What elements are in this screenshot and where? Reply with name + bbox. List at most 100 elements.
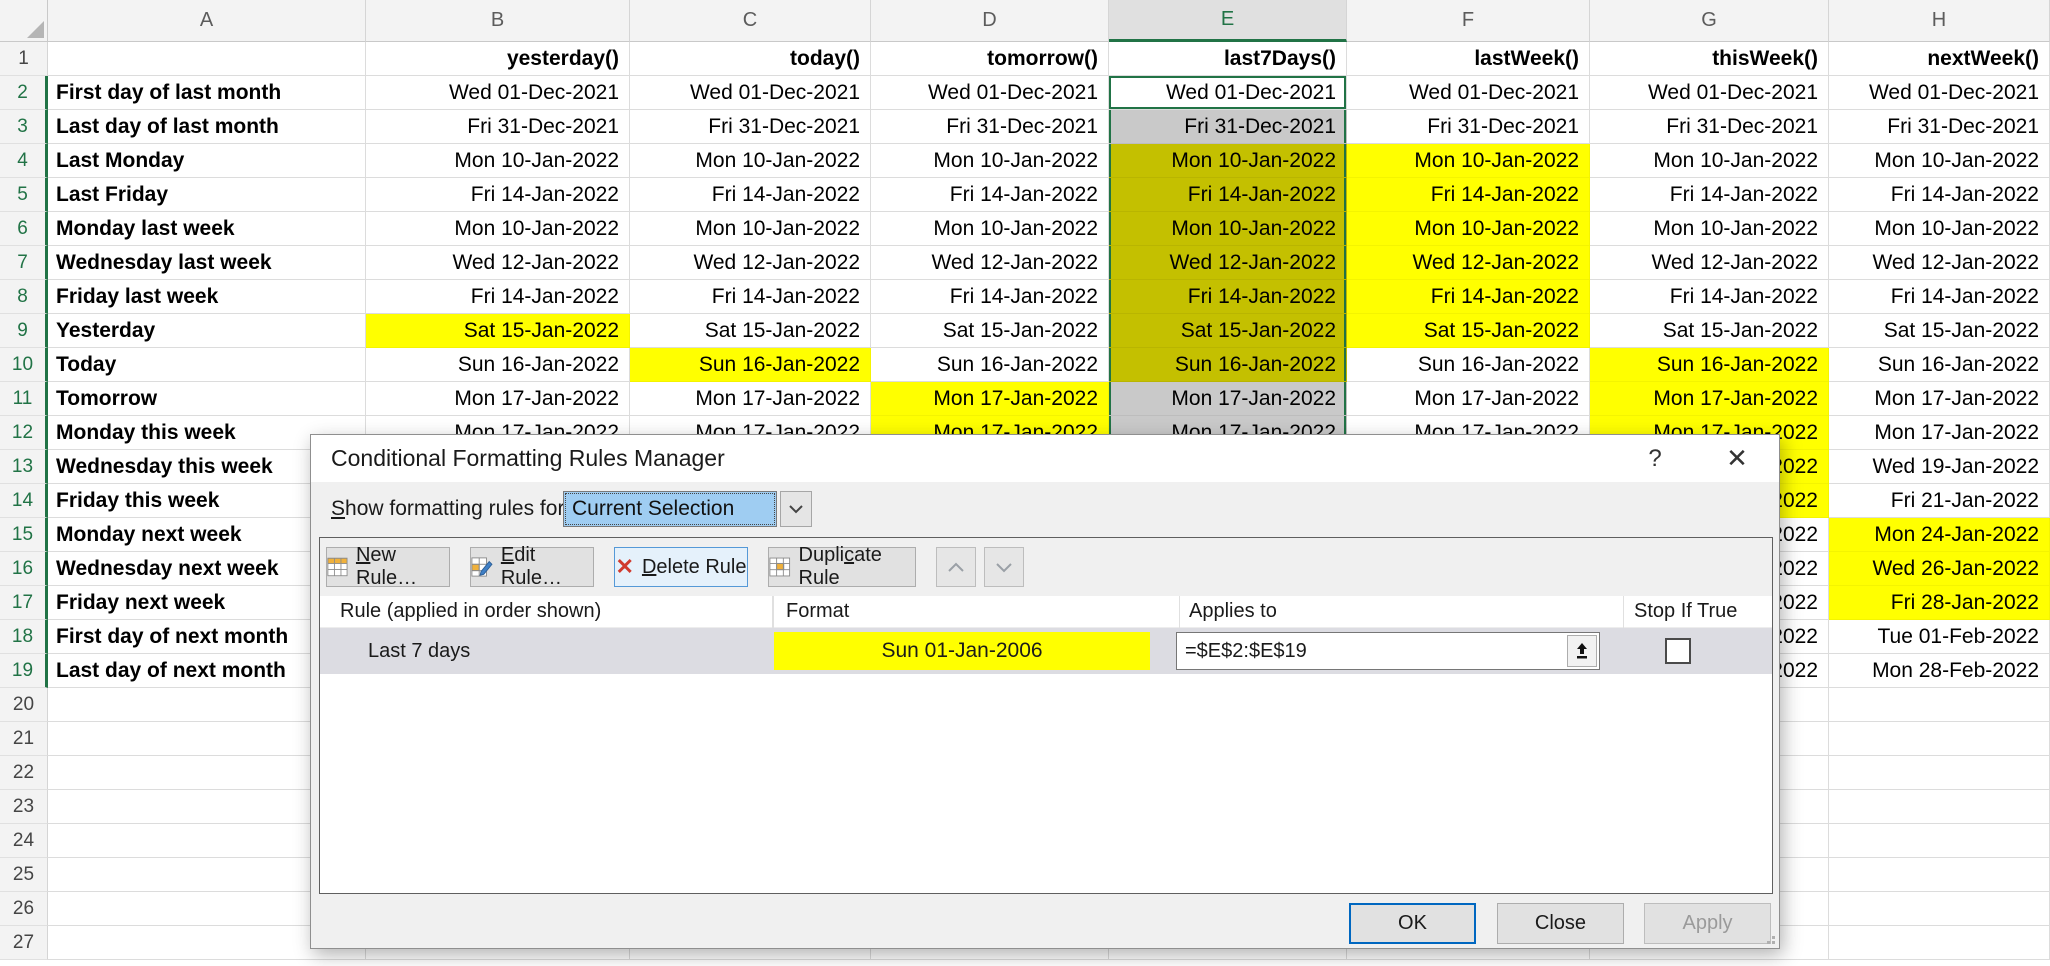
column-header-G[interactable]: G — [1590, 0, 1829, 42]
cell-E5[interactable]: Fri 14-Jan-2022 — [1109, 178, 1347, 212]
cell-E11[interactable]: Mon 17-Jan-2022 — [1109, 382, 1347, 416]
cell-E9[interactable]: Sat 15-Jan-2022 — [1109, 314, 1347, 348]
cell-H14[interactable]: Fri 21-Jan-2022 — [1829, 484, 2050, 518]
cell-A2[interactable]: First day of last month — [48, 76, 366, 110]
cell-D10[interactable]: Sun 16-Jan-2022 — [871, 348, 1109, 382]
cell-F3[interactable]: Fri 31-Dec-2021 — [1347, 110, 1590, 144]
combobox-dropdown-button[interactable] — [780, 491, 812, 527]
cell-H25[interactable] — [1829, 858, 2050, 892]
cell-H13[interactable]: Wed 19-Jan-2022 — [1829, 450, 2050, 484]
column-header-B[interactable]: B — [366, 0, 630, 42]
cell-G1[interactable]: thisWeek() — [1590, 42, 1829, 76]
row-header-11[interactable]: 11 — [0, 382, 48, 416]
cell-F5[interactable]: Fri 14-Jan-2022 — [1347, 178, 1590, 212]
dialog-title-bar[interactable]: Conditional Formatting Rules Manager ? ✕ — [311, 435, 1779, 482]
cell-E8[interactable]: Fri 14-Jan-2022 — [1109, 280, 1347, 314]
column-header-H[interactable]: H — [1829, 0, 2050, 42]
cell-G2[interactable]: Wed 01-Dec-2021 — [1590, 76, 1829, 110]
row-header-15[interactable]: 15 — [0, 518, 48, 552]
cell-F1[interactable]: lastWeek() — [1347, 42, 1590, 76]
cell-E4[interactable]: Mon 10-Jan-2022 — [1109, 144, 1347, 178]
cell-D4[interactable]: Mon 10-Jan-2022 — [871, 144, 1109, 178]
cell-H2[interactable]: Wed 01-Dec-2021 — [1829, 76, 2050, 110]
cell-H16[interactable]: Wed 26-Jan-2022 — [1829, 552, 2050, 586]
cell-C7[interactable]: Wed 12-Jan-2022 — [630, 246, 871, 280]
cell-B7[interactable]: Wed 12-Jan-2022 — [366, 246, 630, 280]
apply-button[interactable]: Apply — [1644, 903, 1771, 944]
row-header-13[interactable]: 13 — [0, 450, 48, 484]
cell-G3[interactable]: Fri 31-Dec-2021 — [1590, 110, 1829, 144]
move-rule-up-button[interactable] — [936, 547, 976, 587]
cell-C9[interactable]: Sat 15-Jan-2022 — [630, 314, 871, 348]
cell-H11[interactable]: Mon 17-Jan-2022 — [1829, 382, 2050, 416]
column-header-D[interactable]: D — [871, 0, 1109, 42]
help-icon[interactable]: ? — [1635, 435, 1675, 482]
cell-B1[interactable]: yesterday() — [366, 42, 630, 76]
row-header-26[interactable]: 26 — [0, 892, 48, 926]
row-header-25[interactable]: 25 — [0, 858, 48, 892]
row-header-3[interactable]: 3 — [0, 110, 48, 144]
row-header-24[interactable]: 24 — [0, 824, 48, 858]
row-header-2[interactable]: 2 — [0, 76, 48, 110]
ok-button[interactable]: OK — [1349, 903, 1476, 944]
cell-H10[interactable]: Sun 16-Jan-2022 — [1829, 348, 2050, 382]
row-header-23[interactable]: 23 — [0, 790, 48, 824]
cell-H21[interactable] — [1829, 722, 2050, 756]
cell-H5[interactable]: Fri 14-Jan-2022 — [1829, 178, 2050, 212]
cell-E7[interactable]: Wed 12-Jan-2022 — [1109, 246, 1347, 280]
cell-D9[interactable]: Sat 15-Jan-2022 — [871, 314, 1109, 348]
cell-G9[interactable]: Sat 15-Jan-2022 — [1590, 314, 1829, 348]
select-all-corner[interactable] — [0, 0, 48, 42]
cell-B11[interactable]: Mon 17-Jan-2022 — [366, 382, 630, 416]
cell-C2[interactable]: Wed 01-Dec-2021 — [630, 76, 871, 110]
cell-H4[interactable]: Mon 10-Jan-2022 — [1829, 144, 2050, 178]
cell-B4[interactable]: Mon 10-Jan-2022 — [366, 144, 630, 178]
cell-G10[interactable]: Sun 16-Jan-2022 — [1590, 348, 1829, 382]
cell-H3[interactable]: Fri 31-Dec-2021 — [1829, 110, 2050, 144]
cell-H24[interactable] — [1829, 824, 2050, 858]
cell-A11[interactable]: Tomorrow — [48, 382, 366, 416]
row-header-21[interactable]: 21 — [0, 722, 48, 756]
cell-A4[interactable]: Last Monday — [48, 144, 366, 178]
row-header-17[interactable]: 17 — [0, 586, 48, 620]
cell-H18[interactable]: Tue 01-Feb-2022 — [1829, 620, 2050, 654]
cell-E10[interactable]: Sun 16-Jan-2022 — [1109, 348, 1347, 382]
row-header-6[interactable]: 6 — [0, 212, 48, 246]
column-header-E[interactable]: E — [1109, 0, 1347, 42]
cell-F4[interactable]: Mon 10-Jan-2022 — [1347, 144, 1590, 178]
resize-grip[interactable] — [1763, 932, 1775, 944]
cell-F6[interactable]: Mon 10-Jan-2022 — [1347, 212, 1590, 246]
row-header-12[interactable]: 12 — [0, 416, 48, 450]
cell-H27[interactable] — [1829, 926, 2050, 960]
applies-to-value[interactable]: =$E$2:$E$19 — [1177, 640, 1567, 663]
row-header-10[interactable]: 10 — [0, 348, 48, 382]
cell-H12[interactable]: Mon 17-Jan-2022 — [1829, 416, 2050, 450]
cell-F7[interactable]: Wed 12-Jan-2022 — [1347, 246, 1590, 280]
cell-H19[interactable]: Mon 28-Feb-2022 — [1829, 654, 2050, 688]
cell-F2[interactable]: Wed 01-Dec-2021 — [1347, 76, 1590, 110]
row-header-18[interactable]: 18 — [0, 620, 48, 654]
cell-B9[interactable]: Sat 15-Jan-2022 — [366, 314, 630, 348]
row-header-22[interactable]: 22 — [0, 756, 48, 790]
cell-H9[interactable]: Sat 15-Jan-2022 — [1829, 314, 2050, 348]
cell-E6[interactable]: Mon 10-Jan-2022 — [1109, 212, 1347, 246]
cell-C5[interactable]: Fri 14-Jan-2022 — [630, 178, 871, 212]
row-header-7[interactable]: 7 — [0, 246, 48, 280]
row-header-16[interactable]: 16 — [0, 552, 48, 586]
cell-B2[interactable]: Wed 01-Dec-2021 — [366, 76, 630, 110]
row-header-5[interactable]: 5 — [0, 178, 48, 212]
row-header-8[interactable]: 8 — [0, 280, 48, 314]
cell-C4[interactable]: Mon 10-Jan-2022 — [630, 144, 871, 178]
cell-F10[interactable]: Sun 16-Jan-2022 — [1347, 348, 1590, 382]
cell-H17[interactable]: Fri 28-Jan-2022 — [1829, 586, 2050, 620]
cell-F8[interactable]: Fri 14-Jan-2022 — [1347, 280, 1590, 314]
cell-F11[interactable]: Mon 17-Jan-2022 — [1347, 382, 1590, 416]
cell-E3[interactable]: Fri 31-Dec-2021 — [1109, 110, 1347, 144]
row-header-9[interactable]: 9 — [0, 314, 48, 348]
row-header-4[interactable]: 4 — [0, 144, 48, 178]
scope-combobox-value[interactable]: Current Selection — [563, 491, 777, 527]
rule-list-item-selected[interactable]: Last 7 days Sun 01-Jan-2006 =$E$2:$E$19 — [320, 628, 1772, 674]
cell-H15[interactable]: Mon 24-Jan-2022 — [1829, 518, 2050, 552]
duplicate-rule-button[interactable]: Duplicate Rule — [768, 547, 916, 587]
cell-D2[interactable]: Wed 01-Dec-2021 — [871, 76, 1109, 110]
